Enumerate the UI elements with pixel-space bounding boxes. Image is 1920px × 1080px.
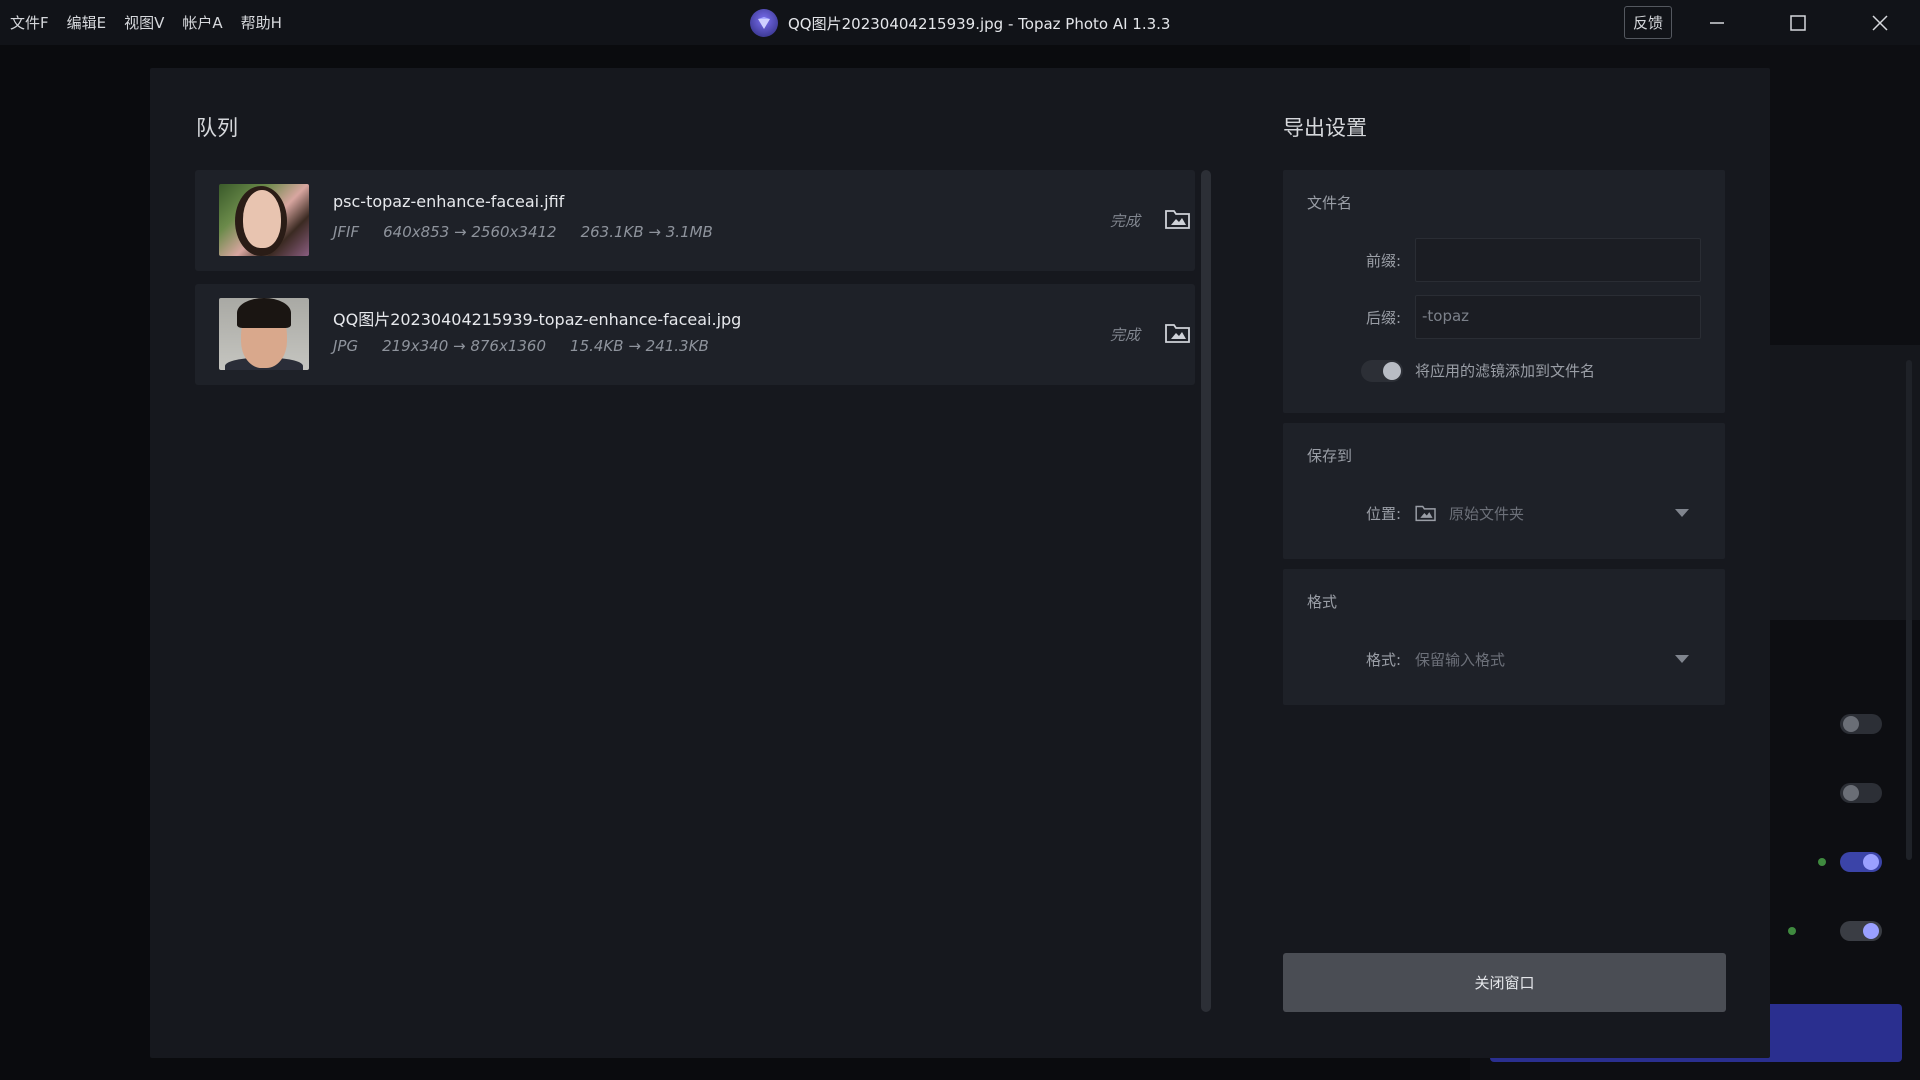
filename-section: 文件名 前缀: 后缀: -topaz 将应用的滤镜添加到文件名	[1283, 170, 1725, 413]
background-toggle	[1840, 852, 1882, 872]
close-icon	[1872, 14, 1888, 31]
queue-item-meta: JFIF 640x853 → 2560x3412 263.1KB → 3.1MB	[333, 223, 737, 241]
location-select[interactable]: 原始文件夹	[1415, 491, 1701, 535]
location-value: 原始文件夹	[1449, 504, 1525, 523]
queue-item[interactable]: psc-topaz-enhance-faceai.jfif JFIF 640x8…	[195, 170, 1195, 271]
image-thumbnail	[219, 184, 309, 256]
queue-item[interactable]: QQ图片20230404215939-topaz-enhance-faceai.…	[195, 284, 1195, 385]
queue-item-dimensions: 640x853 → 2560x3412	[383, 223, 557, 241]
queue-item-status: 完成	[1110, 212, 1141, 230]
feedback-button[interactable]: 反馈	[1624, 6, 1672, 39]
background-toggle	[1840, 714, 1882, 734]
menu-bar: 文件F 编辑E 视图V 帐户A 帮助H	[0, 0, 300, 45]
suffix-label: 后缀:	[1366, 309, 1402, 327]
chevron-down-icon	[1675, 509, 1689, 517]
background-toggle	[1840, 783, 1882, 803]
save-to-section: 保存到 位置: 原始文件夹	[1283, 423, 1725, 559]
window-title-text: QQ图片20230404215939.jpg - Topaz Photo AI …	[788, 14, 1171, 33]
menu-edit[interactable]: 编辑E	[67, 12, 106, 33]
menu-help[interactable]: 帮助H	[241, 12, 282, 33]
maximize-icon	[1790, 14, 1806, 31]
open-folder-button[interactable]	[1165, 322, 1191, 344]
menu-file[interactable]: 文件F	[10, 12, 49, 33]
chevron-down-icon	[1675, 655, 1689, 663]
title-bar: 文件F 编辑E 视图V 帐户A 帮助H QQ图片20230404215939.j…	[0, 0, 1920, 45]
format-select[interactable]: 保留输入格式	[1415, 637, 1701, 681]
export-settings-title: 导出设置	[1283, 116, 1367, 140]
background-status-dot	[1788, 927, 1796, 935]
queue-item-name: QQ图片20230404215939-topaz-enhance-faceai.…	[333, 310, 742, 329]
queue-item-format: JPG	[333, 337, 359, 355]
suffix-input[interactable]: -topaz	[1415, 295, 1701, 339]
queue-list: psc-topaz-enhance-faceai.jfif JFIF 640x8…	[195, 170, 1215, 1012]
format-value: 保留输入格式	[1415, 650, 1506, 669]
background-status-dot	[1818, 858, 1826, 866]
format-label: 格式:	[1366, 651, 1402, 669]
queue-item-size: 15.4KB → 241.3KB	[570, 337, 709, 355]
prefix-label: 前缀:	[1366, 252, 1402, 270]
window-title: QQ图片20230404215939.jpg - Topaz Photo AI …	[750, 8, 1170, 38]
close-window-dialog-button[interactable]: 关闭窗口	[1283, 953, 1726, 1012]
queue-item-dimensions: 219x340 → 876x1360	[382, 337, 547, 355]
background-scrollbar	[1906, 360, 1912, 860]
minimize-button[interactable]	[1677, 0, 1757, 45]
queue-scrollbar[interactable]	[1201, 170, 1211, 1012]
save-to-section-title: 保存到	[1307, 447, 1353, 465]
background-toggle	[1840, 921, 1882, 941]
topaz-logo-icon	[750, 9, 778, 37]
image-folder-icon	[1165, 324, 1190, 343]
prefix-input[interactable]	[1415, 238, 1701, 282]
menu-account[interactable]: 帐户A	[182, 12, 222, 33]
maximize-button[interactable]	[1758, 0, 1838, 45]
location-label: 位置:	[1366, 505, 1402, 523]
queue-item-status: 完成	[1110, 326, 1141, 344]
filename-section-title: 文件名	[1307, 194, 1353, 212]
menu-view[interactable]: 视图V	[124, 12, 164, 33]
queue-item-size: 263.1KB → 3.1MB	[580, 223, 713, 241]
queue-item-meta: JPG 219x340 → 876x1360 15.4KB → 241.3KB	[333, 337, 733, 355]
minimize-icon	[1710, 21, 1724, 24]
export-dialog: 队列 psc-topaz-enhance-faceai.jfif JFIF 64…	[150, 68, 1770, 1058]
format-section-title: 格式	[1307, 593, 1338, 611]
open-folder-button[interactable]	[1165, 208, 1191, 230]
queue-item-format: JFIF	[333, 223, 360, 241]
close-window-button[interactable]	[1840, 0, 1920, 45]
image-folder-icon	[1415, 505, 1436, 522]
add-filters-toggle[interactable]	[1361, 360, 1403, 382]
image-folder-icon	[1165, 210, 1190, 229]
queue-item-name: psc-topaz-enhance-faceai.jfif	[333, 192, 565, 211]
image-thumbnail	[219, 298, 309, 370]
queue-title: 队列	[196, 116, 238, 140]
add-filters-label: 将应用的滤镜添加到文件名	[1415, 362, 1596, 380]
format-section: 格式 格式: 保留输入格式	[1283, 569, 1725, 705]
